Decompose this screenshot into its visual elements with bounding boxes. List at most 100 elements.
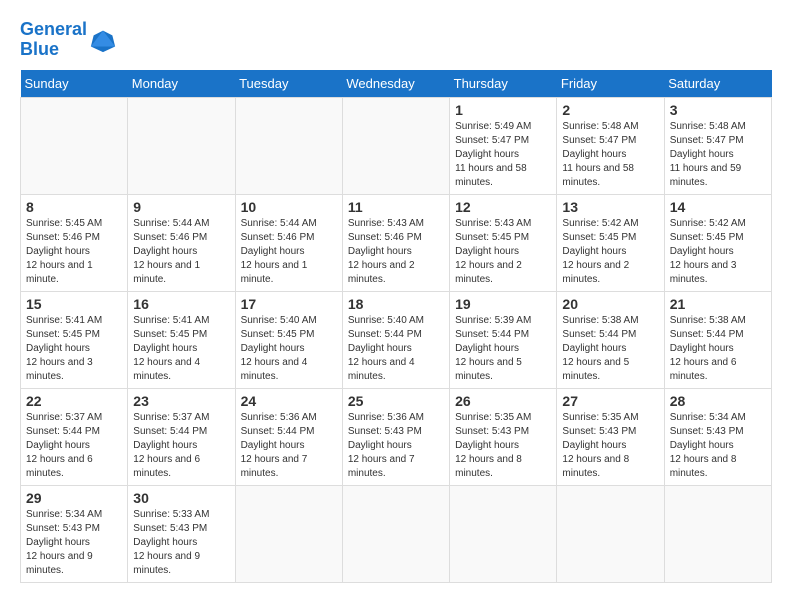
day-info: Sunrise: 5:48 AM Sunset: 5:47 PM Dayligh… [562,120,658,190]
logo-icon [89,26,117,54]
dow-wednesday: Wednesday [342,70,449,98]
calendar-cell: 25 Sunrise: 5:36 AM Sunset: 5:43 PM Dayl… [342,388,449,485]
day-number: 16 [133,296,229,312]
calendar-cell: 3 Sunrise: 5:48 AM Sunset: 5:47 PM Dayli… [664,97,771,194]
calendar-cell [342,97,449,194]
calendar-cell: 18 Sunrise: 5:40 AM Sunset: 5:44 PM Dayl… [342,291,449,388]
day-number: 17 [241,296,337,312]
calendar-cell [557,485,664,582]
day-number: 19 [455,296,551,312]
day-info: Sunrise: 5:33 AM Sunset: 5:43 PM Dayligh… [133,508,229,578]
page-header: General Blue [20,20,772,60]
day-number: 24 [241,393,337,409]
day-info: Sunrise: 5:43 AM Sunset: 5:45 PM Dayligh… [455,217,551,287]
day-info: Sunrise: 5:35 AM Sunset: 5:43 PM Dayligh… [455,411,551,481]
calendar-cell: 28 Sunrise: 5:34 AM Sunset: 5:43 PM Dayl… [664,388,771,485]
calendar-cell: 15 Sunrise: 5:41 AM Sunset: 5:45 PM Dayl… [21,291,128,388]
day-number: 21 [670,296,766,312]
day-info: Sunrise: 5:38 AM Sunset: 5:44 PM Dayligh… [562,314,658,384]
day-info: Sunrise: 5:36 AM Sunset: 5:43 PM Dayligh… [348,411,444,481]
week-row-2: 15 Sunrise: 5:41 AM Sunset: 5:45 PM Dayl… [21,291,772,388]
day-info: Sunrise: 5:49 AM Sunset: 5:47 PM Dayligh… [455,120,551,190]
day-info: Sunrise: 5:38 AM Sunset: 5:44 PM Dayligh… [670,314,766,384]
calendar-cell: 30 Sunrise: 5:33 AM Sunset: 5:43 PM Dayl… [128,485,235,582]
day-info: Sunrise: 5:48 AM Sunset: 5:47 PM Dayligh… [670,120,766,190]
calendar-cell: 10 Sunrise: 5:44 AM Sunset: 5:46 PM Dayl… [235,194,342,291]
day-info: Sunrise: 5:43 AM Sunset: 5:46 PM Dayligh… [348,217,444,287]
day-info: Sunrise: 5:44 AM Sunset: 5:46 PM Dayligh… [241,217,337,287]
day-info: Sunrise: 5:41 AM Sunset: 5:45 PM Dayligh… [133,314,229,384]
day-number: 15 [26,296,122,312]
day-info: Sunrise: 5:36 AM Sunset: 5:44 PM Dayligh… [241,411,337,481]
day-info: Sunrise: 5:41 AM Sunset: 5:45 PM Dayligh… [26,314,122,384]
day-info: Sunrise: 5:45 AM Sunset: 5:46 PM Dayligh… [26,217,122,287]
calendar-cell [342,485,449,582]
week-row-4: 29 Sunrise: 5:34 AM Sunset: 5:43 PM Dayl… [21,485,772,582]
day-number: 8 [26,199,122,215]
calendar-cell: 9 Sunrise: 5:44 AM Sunset: 5:46 PM Dayli… [128,194,235,291]
day-info: Sunrise: 5:40 AM Sunset: 5:44 PM Dayligh… [348,314,444,384]
calendar-cell: 27 Sunrise: 5:35 AM Sunset: 5:43 PM Dayl… [557,388,664,485]
day-info: Sunrise: 5:37 AM Sunset: 5:44 PM Dayligh… [26,411,122,481]
day-number: 27 [562,393,658,409]
day-info: Sunrise: 5:37 AM Sunset: 5:44 PM Dayligh… [133,411,229,481]
calendar-cell: 21 Sunrise: 5:38 AM Sunset: 5:44 PM Dayl… [664,291,771,388]
calendar-cell [235,485,342,582]
week-row-3: 22 Sunrise: 5:37 AM Sunset: 5:44 PM Dayl… [21,388,772,485]
calendar-cell: 17 Sunrise: 5:40 AM Sunset: 5:45 PM Dayl… [235,291,342,388]
day-number: 22 [26,393,122,409]
day-number: 29 [26,490,122,506]
calendar-cell: 23 Sunrise: 5:37 AM Sunset: 5:44 PM Dayl… [128,388,235,485]
calendar-cell: 2 Sunrise: 5:48 AM Sunset: 5:47 PM Dayli… [557,97,664,194]
dow-monday: Monday [128,70,235,98]
day-number: 9 [133,199,229,215]
calendar-cell: 24 Sunrise: 5:36 AM Sunset: 5:44 PM Dayl… [235,388,342,485]
day-number: 1 [455,102,551,118]
day-number: 12 [455,199,551,215]
day-info: Sunrise: 5:42 AM Sunset: 5:45 PM Dayligh… [562,217,658,287]
dow-thursday: Thursday [450,70,557,98]
calendar-cell: 29 Sunrise: 5:34 AM Sunset: 5:43 PM Dayl… [21,485,128,582]
calendar-cell: 20 Sunrise: 5:38 AM Sunset: 5:44 PM Dayl… [557,291,664,388]
calendar-cell [21,97,128,194]
calendar-body: 1 Sunrise: 5:49 AM Sunset: 5:47 PM Dayli… [21,97,772,582]
logo: General Blue [20,20,117,60]
day-number: 10 [241,199,337,215]
day-info: Sunrise: 5:34 AM Sunset: 5:43 PM Dayligh… [670,411,766,481]
day-number: 25 [348,393,444,409]
calendar-cell [450,485,557,582]
day-number: 2 [562,102,658,118]
day-number: 20 [562,296,658,312]
calendar-cell: 13 Sunrise: 5:42 AM Sunset: 5:45 PM Dayl… [557,194,664,291]
calendar-cell: 8 Sunrise: 5:45 AM Sunset: 5:46 PM Dayli… [21,194,128,291]
day-number: 28 [670,393,766,409]
days-of-week-row: SundayMondayTuesdayWednesdayThursdayFrid… [21,70,772,98]
day-info: Sunrise: 5:44 AM Sunset: 5:46 PM Dayligh… [133,217,229,287]
dow-tuesday: Tuesday [235,70,342,98]
calendar-cell: 14 Sunrise: 5:42 AM Sunset: 5:45 PM Dayl… [664,194,771,291]
calendar-cell [235,97,342,194]
dow-friday: Friday [557,70,664,98]
day-info: Sunrise: 5:40 AM Sunset: 5:45 PM Dayligh… [241,314,337,384]
dow-sunday: Sunday [21,70,128,98]
calendar-cell [664,485,771,582]
week-row-1: 8 Sunrise: 5:45 AM Sunset: 5:46 PM Dayli… [21,194,772,291]
calendar-cell [128,97,235,194]
calendar-cell: 16 Sunrise: 5:41 AM Sunset: 5:45 PM Dayl… [128,291,235,388]
day-number: 14 [670,199,766,215]
day-number: 11 [348,199,444,215]
calendar-cell: 11 Sunrise: 5:43 AM Sunset: 5:46 PM Dayl… [342,194,449,291]
day-number: 18 [348,296,444,312]
logo-text: General Blue [20,20,87,60]
calendar-cell: 22 Sunrise: 5:37 AM Sunset: 5:44 PM Dayl… [21,388,128,485]
day-info: Sunrise: 5:35 AM Sunset: 5:43 PM Dayligh… [562,411,658,481]
day-number: 3 [670,102,766,118]
calendar-cell: 1 Sunrise: 5:49 AM Sunset: 5:47 PM Dayli… [450,97,557,194]
calendar-cell: 26 Sunrise: 5:35 AM Sunset: 5:43 PM Dayl… [450,388,557,485]
day-number: 13 [562,199,658,215]
calendar-cell: 12 Sunrise: 5:43 AM Sunset: 5:45 PM Dayl… [450,194,557,291]
dow-saturday: Saturday [664,70,771,98]
day-number: 30 [133,490,229,506]
calendar-table: SundayMondayTuesdayWednesdayThursdayFrid… [20,70,772,583]
calendar-cell: 19 Sunrise: 5:39 AM Sunset: 5:44 PM Dayl… [450,291,557,388]
